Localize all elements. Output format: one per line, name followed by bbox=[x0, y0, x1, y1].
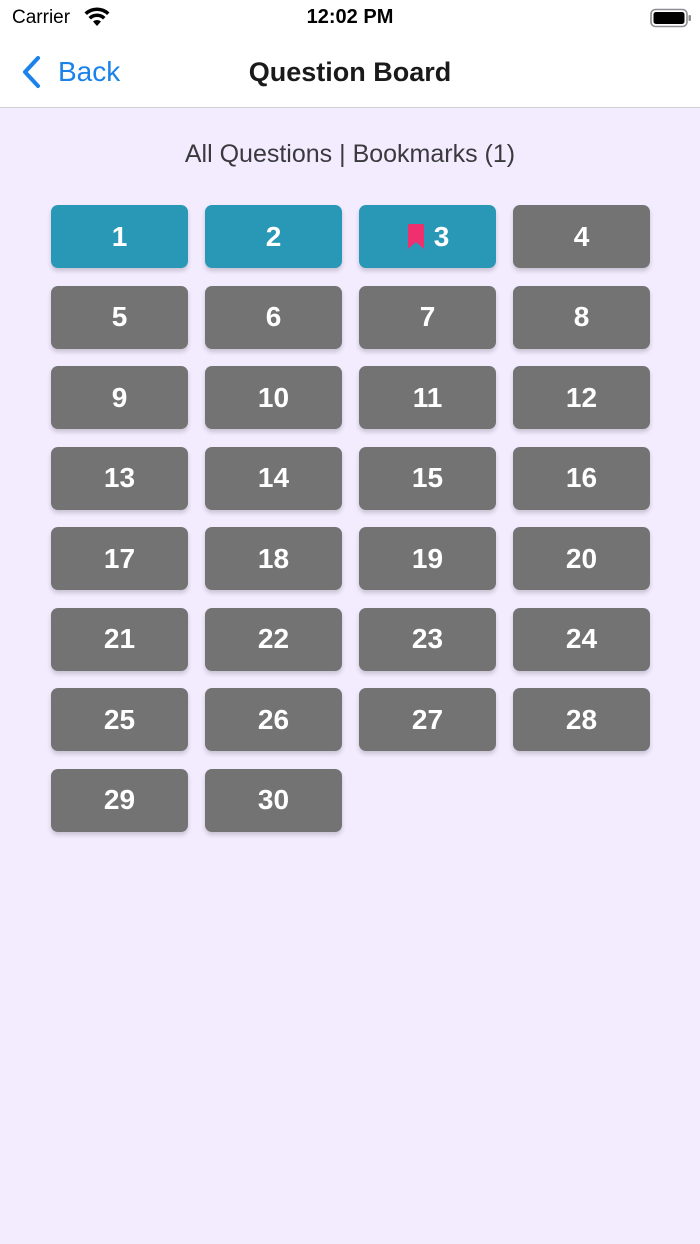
question-number: 22 bbox=[257, 623, 290, 654]
battery-icon bbox=[650, 8, 691, 28]
question-button[interactable]: 1 bbox=[51, 205, 188, 268]
question-button[interactable]: 18 bbox=[205, 527, 342, 590]
question-button[interactable]: 9 bbox=[51, 366, 188, 429]
question-button[interactable]: 17 bbox=[51, 527, 188, 590]
question-number: 15 bbox=[411, 462, 444, 493]
question-number: 10 bbox=[257, 381, 290, 413]
question-number: 12 bbox=[565, 381, 598, 413]
question-button[interactable]: 3 bbox=[359, 205, 496, 268]
filter-bookmarks[interactable]: Bookmarks (1) bbox=[353, 140, 516, 168]
question-button[interactable]: 13 bbox=[51, 446, 188, 510]
question-number: 23 bbox=[411, 623, 444, 654]
question-button[interactable]: 19 bbox=[359, 527, 496, 590]
status-bar: Carrier 12:02 PM bbox=[0, 0, 700, 36]
question-button[interactable]: 24 bbox=[513, 607, 650, 671]
question-button[interactable]: 20 bbox=[513, 527, 650, 590]
question-number: 13 bbox=[103, 462, 136, 493]
chevron-left-icon bbox=[23, 56, 40, 88]
question-number: 1 bbox=[111, 220, 128, 252]
question-number: 4 bbox=[573, 220, 590, 252]
question-button[interactable]: 10 bbox=[205, 366, 342, 429]
question-number: 3 bbox=[433, 220, 450, 252]
question-button[interactable]: 21 bbox=[51, 607, 188, 671]
question-button[interactable]: 23 bbox=[359, 607, 496, 671]
question-number: 2 bbox=[265, 220, 282, 252]
question-number: 16 bbox=[565, 462, 598, 493]
bookmark-icon bbox=[407, 223, 424, 249]
back-button[interactable]: Back bbox=[20, 52, 120, 92]
question-number: 9 bbox=[111, 381, 128, 413]
question-button[interactable]: 27 bbox=[359, 688, 496, 751]
question-button[interactable]: 2 bbox=[205, 205, 342, 268]
question-number: 19 bbox=[411, 542, 444, 574]
question-button[interactable]: 26 bbox=[205, 688, 342, 751]
question-button[interactable]: 6 bbox=[205, 285, 342, 349]
question-number: 21 bbox=[103, 623, 136, 654]
question-number: 6 bbox=[265, 301, 282, 332]
question-button[interactable]: 28 bbox=[513, 688, 650, 751]
question-number: 8 bbox=[573, 301, 590, 332]
question-button[interactable]: 8 bbox=[513, 285, 650, 349]
question-button[interactable]: 7 bbox=[359, 285, 496, 349]
question-number: 27 bbox=[411, 703, 444, 735]
question-button[interactable]: 15 bbox=[359, 446, 496, 510]
question-button[interactable]: 16 bbox=[513, 446, 650, 510]
question-number: 28 bbox=[565, 703, 598, 735]
question-number: 7 bbox=[419, 301, 436, 332]
top-bar: Carrier 12:02 PM Question Board Back bbox=[0, 0, 700, 108]
question-number: 26 bbox=[257, 703, 290, 735]
question-button[interactable]: 11 bbox=[359, 366, 496, 429]
filter-separator: | bbox=[332, 140, 353, 168]
back-label: Back bbox=[58, 56, 121, 87]
question-filter: All Questions | Bookmarks (1) bbox=[0, 140, 700, 169]
question-button[interactable]: 12 bbox=[513, 366, 650, 429]
navigation-bar: Question Board Back bbox=[0, 36, 700, 108]
question-button[interactable]: 4 bbox=[513, 205, 650, 268]
question-number: 11 bbox=[412, 381, 443, 413]
question-number: 29 bbox=[103, 784, 136, 815]
filter-all-questions[interactable]: All Questions bbox=[185, 140, 332, 168]
question-grid: 1 2 3 4 5 6 7 8 9 10 11 12 13 14 15 16 17 18 19 20 21 22 23 24 2… bbox=[51, 205, 650, 832]
question-number: 17 bbox=[103, 542, 136, 574]
question-button[interactable]: 22 bbox=[205, 607, 342, 671]
question-number: 5 bbox=[111, 301, 128, 332]
question-number: 14 bbox=[257, 462, 290, 493]
question-number: 18 bbox=[257, 542, 290, 574]
question-number: 20 bbox=[565, 542, 598, 574]
question-number: 24 bbox=[565, 623, 598, 654]
question-number: 30 bbox=[257, 784, 290, 815]
question-button[interactable]: 29 bbox=[51, 768, 188, 832]
question-button[interactable]: 5 bbox=[51, 285, 188, 349]
question-button[interactable]: 14 bbox=[205, 446, 342, 510]
question-button[interactable]: 30 bbox=[205, 768, 342, 832]
status-time: 12:02 PM bbox=[306, 6, 394, 28]
question-number: 25 bbox=[103, 703, 136, 735]
question-button[interactable]: 25 bbox=[51, 688, 188, 751]
